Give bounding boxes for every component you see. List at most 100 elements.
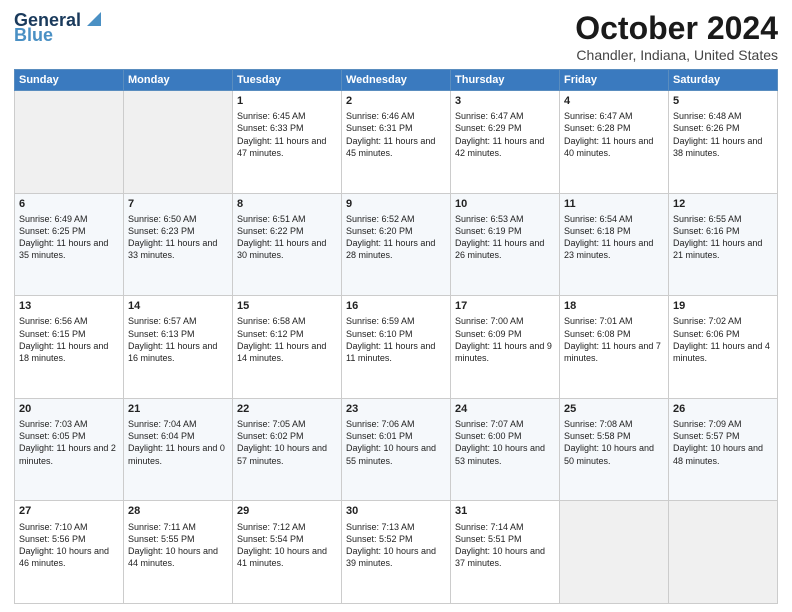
calendar-week-3: 13 Sunrise: 6:56 AM Sunset: 6:15 PM Dayli… <box>15 296 778 399</box>
day-number: 31 <box>455 504 555 518</box>
day-info: Sunrise: 7:05 AM Sunset: 6:02 PM Dayligh… <box>237 418 337 467</box>
day-info: Sunrise: 7:08 AM Sunset: 5:58 PM Dayligh… <box>564 418 664 467</box>
calendar-week-1: 1 Sunrise: 6:45 AM Sunset: 6:33 PM Daylig… <box>15 91 778 194</box>
table-row: 10 Sunrise: 6:53 AM Sunset: 6:19 PM Dayli… <box>451 193 560 296</box>
header-tuesday: Tuesday <box>233 70 342 91</box>
day-number: 17 <box>455 299 555 313</box>
day-info: Sunrise: 6:48 AM Sunset: 6:26 PM Dayligh… <box>673 110 773 159</box>
day-number: 9 <box>346 197 446 211</box>
table-row: 21 Sunrise: 7:04 AM Sunset: 6:04 PM Dayli… <box>124 398 233 501</box>
day-number: 25 <box>564 402 664 416</box>
table-row <box>560 501 669 604</box>
day-info: Sunrise: 6:47 AM Sunset: 6:28 PM Dayligh… <box>564 110 664 159</box>
table-row: 27 Sunrise: 7:10 AM Sunset: 5:56 PM Dayli… <box>15 501 124 604</box>
calendar-week-4: 20 Sunrise: 7:03 AM Sunset: 6:05 PM Dayli… <box>15 398 778 501</box>
table-row: 31 Sunrise: 7:14 AM Sunset: 5:51 PM Dayli… <box>451 501 560 604</box>
day-number: 21 <box>128 402 228 416</box>
header-thursday: Thursday <box>451 70 560 91</box>
day-number: 8 <box>237 197 337 211</box>
table-row: 19 Sunrise: 7:02 AM Sunset: 6:06 PM Dayli… <box>669 296 778 399</box>
day-info: Sunrise: 7:11 AM Sunset: 5:55 PM Dayligh… <box>128 521 228 570</box>
table-row: 16 Sunrise: 6:59 AM Sunset: 6:10 PM Dayli… <box>342 296 451 399</box>
day-number: 20 <box>19 402 119 416</box>
table-row: 2 Sunrise: 6:46 AM Sunset: 6:31 PM Daylig… <box>342 91 451 194</box>
table-row: 5 Sunrise: 6:48 AM Sunset: 6:26 PM Daylig… <box>669 91 778 194</box>
table-row: 1 Sunrise: 6:45 AM Sunset: 6:33 PM Daylig… <box>233 91 342 194</box>
table-row: 24 Sunrise: 7:07 AM Sunset: 6:00 PM Dayli… <box>451 398 560 501</box>
day-number: 4 <box>564 94 664 108</box>
day-number: 7 <box>128 197 228 211</box>
table-row: 17 Sunrise: 7:00 AM Sunset: 6:09 PM Dayli… <box>451 296 560 399</box>
day-info: Sunrise: 6:45 AM Sunset: 6:33 PM Dayligh… <box>237 110 337 159</box>
day-info: Sunrise: 6:54 AM Sunset: 6:18 PM Dayligh… <box>564 213 664 262</box>
table-row: 14Sunrise: 6:57 AM Sunset: 6:13 PM Dayli… <box>124 296 233 399</box>
day-info: Sunrise: 6:55 AM Sunset: 6:16 PM Dayligh… <box>673 213 773 262</box>
table-row: 11 Sunrise: 6:54 AM Sunset: 6:18 PM Dayli… <box>560 193 669 296</box>
day-number: 19 <box>673 299 773 313</box>
day-number: 27 <box>19 504 119 518</box>
title-block: October 2024 Chandler, Indiana, United S… <box>575 10 778 63</box>
day-number: 10 <box>455 197 555 211</box>
calendar-week-2: 6 Sunrise: 6:49 AM Sunset: 6:25 PM Daylig… <box>15 193 778 296</box>
day-number: 26 <box>673 402 773 416</box>
table-row: 23 Sunrise: 7:06 AM Sunset: 6:01 PM Dayli… <box>342 398 451 501</box>
day-info: Sunrise: 6:46 AM Sunset: 6:31 PM Dayligh… <box>346 110 446 159</box>
day-number: 1 <box>237 94 337 108</box>
table-row: 8 Sunrise: 6:51 AM Sunset: 6:22 PM Daylig… <box>233 193 342 296</box>
table-row: 9 Sunrise: 6:52 AM Sunset: 6:20 PM Daylig… <box>342 193 451 296</box>
day-number: 13 <box>19 299 119 313</box>
table-row: 20 Sunrise: 7:03 AM Sunset: 6:05 PM Dayli… <box>15 398 124 501</box>
page-title: October 2024 <box>575 10 778 47</box>
calendar-week-5: 27 Sunrise: 7:10 AM Sunset: 5:56 PM Dayli… <box>15 501 778 604</box>
day-number: 29 <box>237 504 337 518</box>
header-monday: Monday <box>124 70 233 91</box>
day-number: 5 <box>673 94 773 108</box>
day-info: Sunrise: 7:10 AM Sunset: 5:56 PM Dayligh… <box>19 521 119 570</box>
table-row: 25 Sunrise: 7:08 AM Sunset: 5:58 PM Dayli… <box>560 398 669 501</box>
page-subtitle: Chandler, Indiana, United States <box>575 47 778 63</box>
day-info: Sunrise: 7:14 AM Sunset: 5:51 PM Dayligh… <box>455 521 555 570</box>
main-container: General Blue October 2024 Chandler, Indi… <box>0 0 792 612</box>
day-number: 24 <box>455 402 555 416</box>
day-info: Sunrise: 7:13 AM Sunset: 5:52 PM Dayligh… <box>346 521 446 570</box>
table-row: 13 Sunrise: 6:56 AM Sunset: 6:15 PM Dayli… <box>15 296 124 399</box>
header: General Blue October 2024 Chandler, Indi… <box>14 10 778 63</box>
day-info: Sunrise: 6:49 AM Sunset: 6:25 PM Dayligh… <box>19 213 119 262</box>
day-number: 11 <box>564 197 664 211</box>
table-row: 29Sunrise: 7:12 AM Sunset: 5:54 PM Dayli… <box>233 501 342 604</box>
day-info: Sunrise: 7:00 AM Sunset: 6:09 PM Dayligh… <box>455 315 555 364</box>
table-row: 4 Sunrise: 6:47 AM Sunset: 6:28 PM Daylig… <box>560 91 669 194</box>
day-info: Sunrise: 7:09 AM Sunset: 5:57 PM Dayligh… <box>673 418 773 467</box>
table-row: 18Sunrise: 7:01 AM Sunset: 6:08 PM Dayli… <box>560 296 669 399</box>
table-row: 3 Sunrise: 6:47 AM Sunset: 6:29 PM Daylig… <box>451 91 560 194</box>
table-row: 26 Sunrise: 7:09 AM Sunset: 5:57 PM Dayli… <box>669 398 778 501</box>
day-info: Sunrise: 6:58 AM Sunset: 6:12 PM Dayligh… <box>237 315 337 364</box>
logo: General Blue <box>14 10 105 46</box>
day-info: Sunrise: 7:07 AM Sunset: 6:00 PM Dayligh… <box>455 418 555 467</box>
table-row <box>124 91 233 194</box>
header-friday: Friday <box>560 70 669 91</box>
logo-blue: Blue <box>14 25 53 46</box>
day-info: Sunrise: 6:47 AM Sunset: 6:29 PM Dayligh… <box>455 110 555 159</box>
day-info: Sunrise: 6:53 AM Sunset: 6:19 PM Dayligh… <box>455 213 555 262</box>
day-info: Sunrise: 7:06 AM Sunset: 6:01 PM Dayligh… <box>346 418 446 467</box>
day-number: 3 <box>455 94 555 108</box>
day-info: Sunrise: 7:02 AM Sunset: 6:06 PM Dayligh… <box>673 315 773 364</box>
day-number: 18 <box>564 299 664 313</box>
day-info: Sunrise: 6:51 AM Sunset: 6:22 PM Dayligh… <box>237 213 337 262</box>
day-number: 22 <box>237 402 337 416</box>
day-info: Sunrise: 7:04 AM Sunset: 6:04 PM Dayligh… <box>128 418 228 467</box>
calendar-table: Sunday Monday Tuesday Wednesday Thursday… <box>14 69 778 604</box>
day-number: 12 <box>673 197 773 211</box>
day-number: 6 <box>19 197 119 211</box>
table-row: 22 Sunrise: 7:05 AM Sunset: 6:02 PM Dayli… <box>233 398 342 501</box>
table-row: 30 Sunrise: 7:13 AM Sunset: 5:52 PM Dayli… <box>342 501 451 604</box>
day-number: 2 <box>346 94 446 108</box>
day-info: Sunrise: 6:52 AM Sunset: 6:20 PM Dayligh… <box>346 213 446 262</box>
day-info: Sunrise: 6:59 AM Sunset: 6:10 PM Dayligh… <box>346 315 446 364</box>
day-info: Sunrise: 6:56 AM Sunset: 6:15 PM Dayligh… <box>19 315 119 364</box>
day-number: 30 <box>346 504 446 518</box>
day-info: Sunrise: 7:03 AM Sunset: 6:05 PM Dayligh… <box>19 418 119 467</box>
day-number: 16 <box>346 299 446 313</box>
day-number: 23 <box>346 402 446 416</box>
